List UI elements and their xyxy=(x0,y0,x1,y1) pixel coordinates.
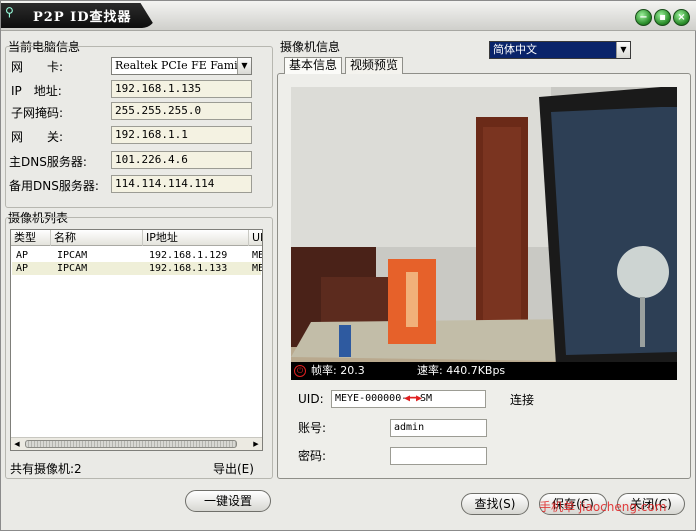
close-window-button[interactable]: × xyxy=(673,9,690,26)
tab-basic-info[interactable]: 基本信息 xyxy=(284,57,343,74)
mask-label: 子网掩码: xyxy=(11,106,64,120)
app-window: ⚲ P2P ID查找器 − ▪ × 当前电脑信息 网 卡: Realtek PC… xyxy=(0,0,696,531)
video-status-bar: ⏻ 帧率: 20.3 速率: 440.7KBps xyxy=(291,362,677,380)
nic-select[interactable]: Realtek PCIe FE Family ▼ xyxy=(111,57,252,75)
camera-info-title: 摄像机信息 xyxy=(280,40,341,54)
cell-ip: 192.168.1.129 xyxy=(149,250,228,261)
window-title: P2P ID查找器 xyxy=(33,10,132,25)
scrollbar-thumb[interactable] xyxy=(25,440,237,448)
export-button[interactable]: 导出(E) xyxy=(213,460,254,477)
minimize-button[interactable]: − xyxy=(635,9,652,26)
camera-count: 共有摄像机:2 xyxy=(10,462,82,476)
ip-label: IP 地址: xyxy=(11,84,62,98)
uid-label: UID: xyxy=(298,392,324,406)
account-field[interactable]: admin xyxy=(390,419,487,437)
account-label: 账号: xyxy=(298,421,327,435)
chevron-down-icon[interactable]: ▼ xyxy=(237,58,251,74)
app-icon: ⚲ xyxy=(5,5,14,19)
title-bar[interactable]: ⚲ P2P ID查找器 − ▪ × xyxy=(1,1,696,31)
gateway-field: 192.168.1.1 xyxy=(111,126,252,144)
language-select[interactable]: 简体中文 ▼ xyxy=(489,41,631,59)
dns1-label: 主DNS服务器: xyxy=(9,155,87,169)
connect-button[interactable]: 连接 xyxy=(510,391,534,408)
table-row[interactable]: AP IPCAM 192.168.1.129 ME xyxy=(12,249,262,262)
cell-name: IPCAM xyxy=(57,263,88,274)
watermark-text: 手机单 jiaocheng.com xyxy=(539,500,667,514)
horizontal-scrollbar[interactable]: ◀ ▶ xyxy=(11,437,262,450)
one-key-setup-button[interactable]: 一键设置 xyxy=(185,490,271,512)
cell-type: AP xyxy=(16,263,29,274)
mask-field: 255.255.255.0 xyxy=(111,102,252,120)
uid-field[interactable]: MEYE-000000- ◀━▶ SM xyxy=(331,390,486,408)
camera-frame-image xyxy=(291,87,677,380)
password-label: 密码: xyxy=(298,449,327,463)
column-header-type[interactable]: 类型 xyxy=(11,230,51,246)
power-icon[interactable]: ⏻ xyxy=(294,365,306,377)
fps-label: 帧率: 20.3 xyxy=(311,364,365,377)
cell-uid: ME xyxy=(252,263,262,274)
dns1-field: 101.226.4.6 xyxy=(111,151,252,169)
password-field[interactable] xyxy=(390,447,487,465)
scroll-left-icon[interactable]: ◀ xyxy=(11,438,23,450)
column-header-name[interactable]: 名称 xyxy=(51,230,143,246)
scroll-right-icon[interactable]: ▶ xyxy=(250,438,262,450)
table-row[interactable]: AP IPCAM 192.168.1.133 ME xyxy=(12,262,262,275)
tab-video-preview[interactable]: 视频预览 xyxy=(345,57,404,74)
search-button[interactable]: 查找(S) xyxy=(461,493,529,515)
video-preview[interactable] xyxy=(291,87,677,380)
cell-uid: ME xyxy=(252,250,262,261)
column-header-ip[interactable]: IP地址 xyxy=(143,230,249,246)
maximize-button[interactable]: ▪ xyxy=(654,9,671,26)
dns2-field: 114.114.114.114 xyxy=(111,175,252,193)
column-header-uid[interactable]: UI xyxy=(249,230,262,246)
language-select-value: 简体中文 xyxy=(493,43,537,56)
list-header: 类型 名称 IP地址 UI xyxy=(11,230,262,246)
dns2-label: 备用DNS服务器: xyxy=(9,179,99,193)
cell-type: AP xyxy=(16,250,29,261)
nic-label: 网 卡: xyxy=(11,60,64,74)
cell-name: IPCAM xyxy=(57,250,88,261)
chevron-down-icon[interactable]: ▼ xyxy=(616,42,630,58)
ip-field: 192.168.1.135 xyxy=(111,80,252,98)
camera-list[interactable]: 类型 名称 IP地址 UI AP IPCAM 192.168.1.129 ME … xyxy=(10,229,263,451)
rate-label: 速率: 440.7KBps xyxy=(417,364,506,377)
nic-select-value: Realtek PCIe FE Family xyxy=(115,59,248,72)
uid-suffix: SM xyxy=(420,393,433,404)
gateway-label: 网 关: xyxy=(11,130,64,144)
uid-value: MEYE-000000- xyxy=(335,393,408,404)
cell-ip: 192.168.1.133 xyxy=(149,263,228,274)
